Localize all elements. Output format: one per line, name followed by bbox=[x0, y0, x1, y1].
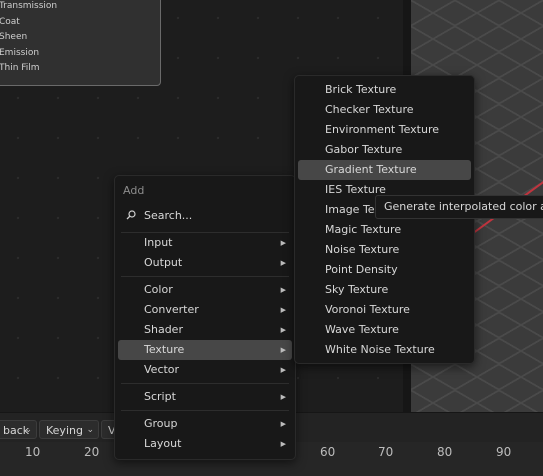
menu-item-input[interactable]: Input ▶ bbox=[118, 233, 292, 253]
tooltip: Generate interpolated color an bbox=[375, 195, 543, 219]
menu-item-layout[interactable]: Layout ▶ bbox=[118, 434, 292, 454]
search-label: Search... bbox=[144, 209, 193, 222]
menu-item-output[interactable]: Output ▶ bbox=[118, 253, 292, 273]
node-socket-label: Transmission bbox=[0, 1, 58, 11]
menu-item-environment-texture[interactable]: Environment Texture bbox=[298, 120, 471, 140]
frame-tick: 90 bbox=[496, 445, 512, 459]
add-menu: Add Search... Input ▶ Output ▶ Color ▶ Conv… bbox=[114, 175, 296, 460]
search-icon bbox=[126, 210, 136, 220]
menu-item-label: Input bbox=[144, 236, 173, 249]
separator bbox=[121, 410, 289, 411]
menu-item-label: Color bbox=[144, 283, 173, 296]
menu-item-gradient-texture[interactable]: Gradient Texture bbox=[298, 160, 471, 180]
menu-item-group[interactable]: Group ▶ bbox=[118, 414, 292, 434]
submenu-arrow-icon: ▶ bbox=[280, 239, 286, 247]
menu-item-voronoi-texture[interactable]: Voronoi Texture bbox=[298, 300, 471, 320]
menu-item-vector[interactable]: Vector ▶ bbox=[118, 360, 292, 380]
search-item[interactable]: Search... bbox=[118, 206, 292, 226]
submenu-arrow-icon: ▶ bbox=[280, 306, 286, 314]
separator bbox=[121, 383, 289, 384]
menu-item-checker-texture[interactable]: Checker Texture bbox=[298, 100, 471, 120]
menu-item-texture[interactable]: Texture ▶ bbox=[118, 340, 292, 360]
submenu-arrow-icon: ▶ bbox=[280, 393, 286, 401]
submenu-arrow-icon: ▶ bbox=[280, 346, 286, 354]
frame-tick: 60 bbox=[320, 445, 336, 459]
menu-item-white-noise-texture[interactable]: White Noise Texture bbox=[298, 340, 471, 360]
tooltip-text: Generate interpolated color an bbox=[384, 200, 543, 213]
menu-item-gabor-texture[interactable]: Gabor Texture bbox=[298, 140, 471, 160]
node-socket-label: Coat bbox=[0, 17, 20, 27]
frame-tick: 70 bbox=[378, 445, 394, 459]
menu-item-magic-texture[interactable]: Magic Texture bbox=[298, 220, 471, 240]
submenu-arrow-icon: ▶ bbox=[280, 366, 286, 374]
menu-item-sky-texture[interactable]: Sky Texture bbox=[298, 280, 471, 300]
menu-title: Add bbox=[123, 184, 145, 197]
chevron-down-icon: ⌄ bbox=[86, 425, 94, 435]
playback-dropdown[interactable]: back ⌄ bbox=[0, 420, 37, 439]
menu-item-color[interactable]: Color ▶ bbox=[118, 280, 292, 300]
keying-label: Keying bbox=[46, 424, 83, 437]
menu-item-point-density[interactable]: Point Density bbox=[298, 260, 471, 280]
frame-tick: 20 bbox=[84, 445, 100, 459]
submenu-arrow-icon: ▶ bbox=[280, 286, 286, 294]
menu-item-label: Group bbox=[144, 417, 178, 430]
menu-item-label: Layout bbox=[144, 437, 182, 450]
node-socket-label: Sheen bbox=[0, 32, 28, 42]
principled-bsdf-node[interactable]: Transmission Coat Sheen Emission Thin Fi… bbox=[0, 0, 161, 86]
submenu-arrow-icon: ▶ bbox=[280, 259, 286, 267]
menu-item-brick-texture[interactable]: Brick Texture bbox=[298, 80, 471, 100]
chevron-down-icon: ⌄ bbox=[24, 425, 32, 435]
texture-submenu: Brick Texture Checker Texture Environmen… bbox=[294, 75, 475, 364]
menu-item-label: Shader bbox=[144, 323, 183, 336]
menu-item-converter[interactable]: Converter ▶ bbox=[118, 300, 292, 320]
node-socket-label: Thin Film bbox=[0, 63, 40, 73]
submenu-arrow-icon: ▶ bbox=[280, 440, 286, 448]
keying-dropdown[interactable]: Keying ⌄ bbox=[39, 420, 99, 439]
submenu-arrow-icon: ▶ bbox=[280, 420, 286, 428]
menu-item-script[interactable]: Script ▶ bbox=[118, 387, 292, 407]
menu-item-shader[interactable]: Shader ▶ bbox=[118, 320, 292, 340]
menu-item-label: Output bbox=[144, 256, 183, 269]
menu-item-label: Script bbox=[144, 390, 176, 403]
node-socket-label: Emission bbox=[0, 48, 40, 58]
frame-tick: 80 bbox=[437, 445, 453, 459]
submenu-arrow-icon: ▶ bbox=[280, 326, 286, 334]
menu-item-label: Converter bbox=[144, 303, 199, 316]
menu-item-noise-texture[interactable]: Noise Texture bbox=[298, 240, 471, 260]
menu-item-label: Texture bbox=[144, 343, 185, 356]
menu-item-wave-texture[interactable]: Wave Texture bbox=[298, 320, 471, 340]
frame-tick: 10 bbox=[25, 445, 41, 459]
separator bbox=[121, 276, 289, 277]
menu-item-label: Vector bbox=[144, 363, 180, 376]
